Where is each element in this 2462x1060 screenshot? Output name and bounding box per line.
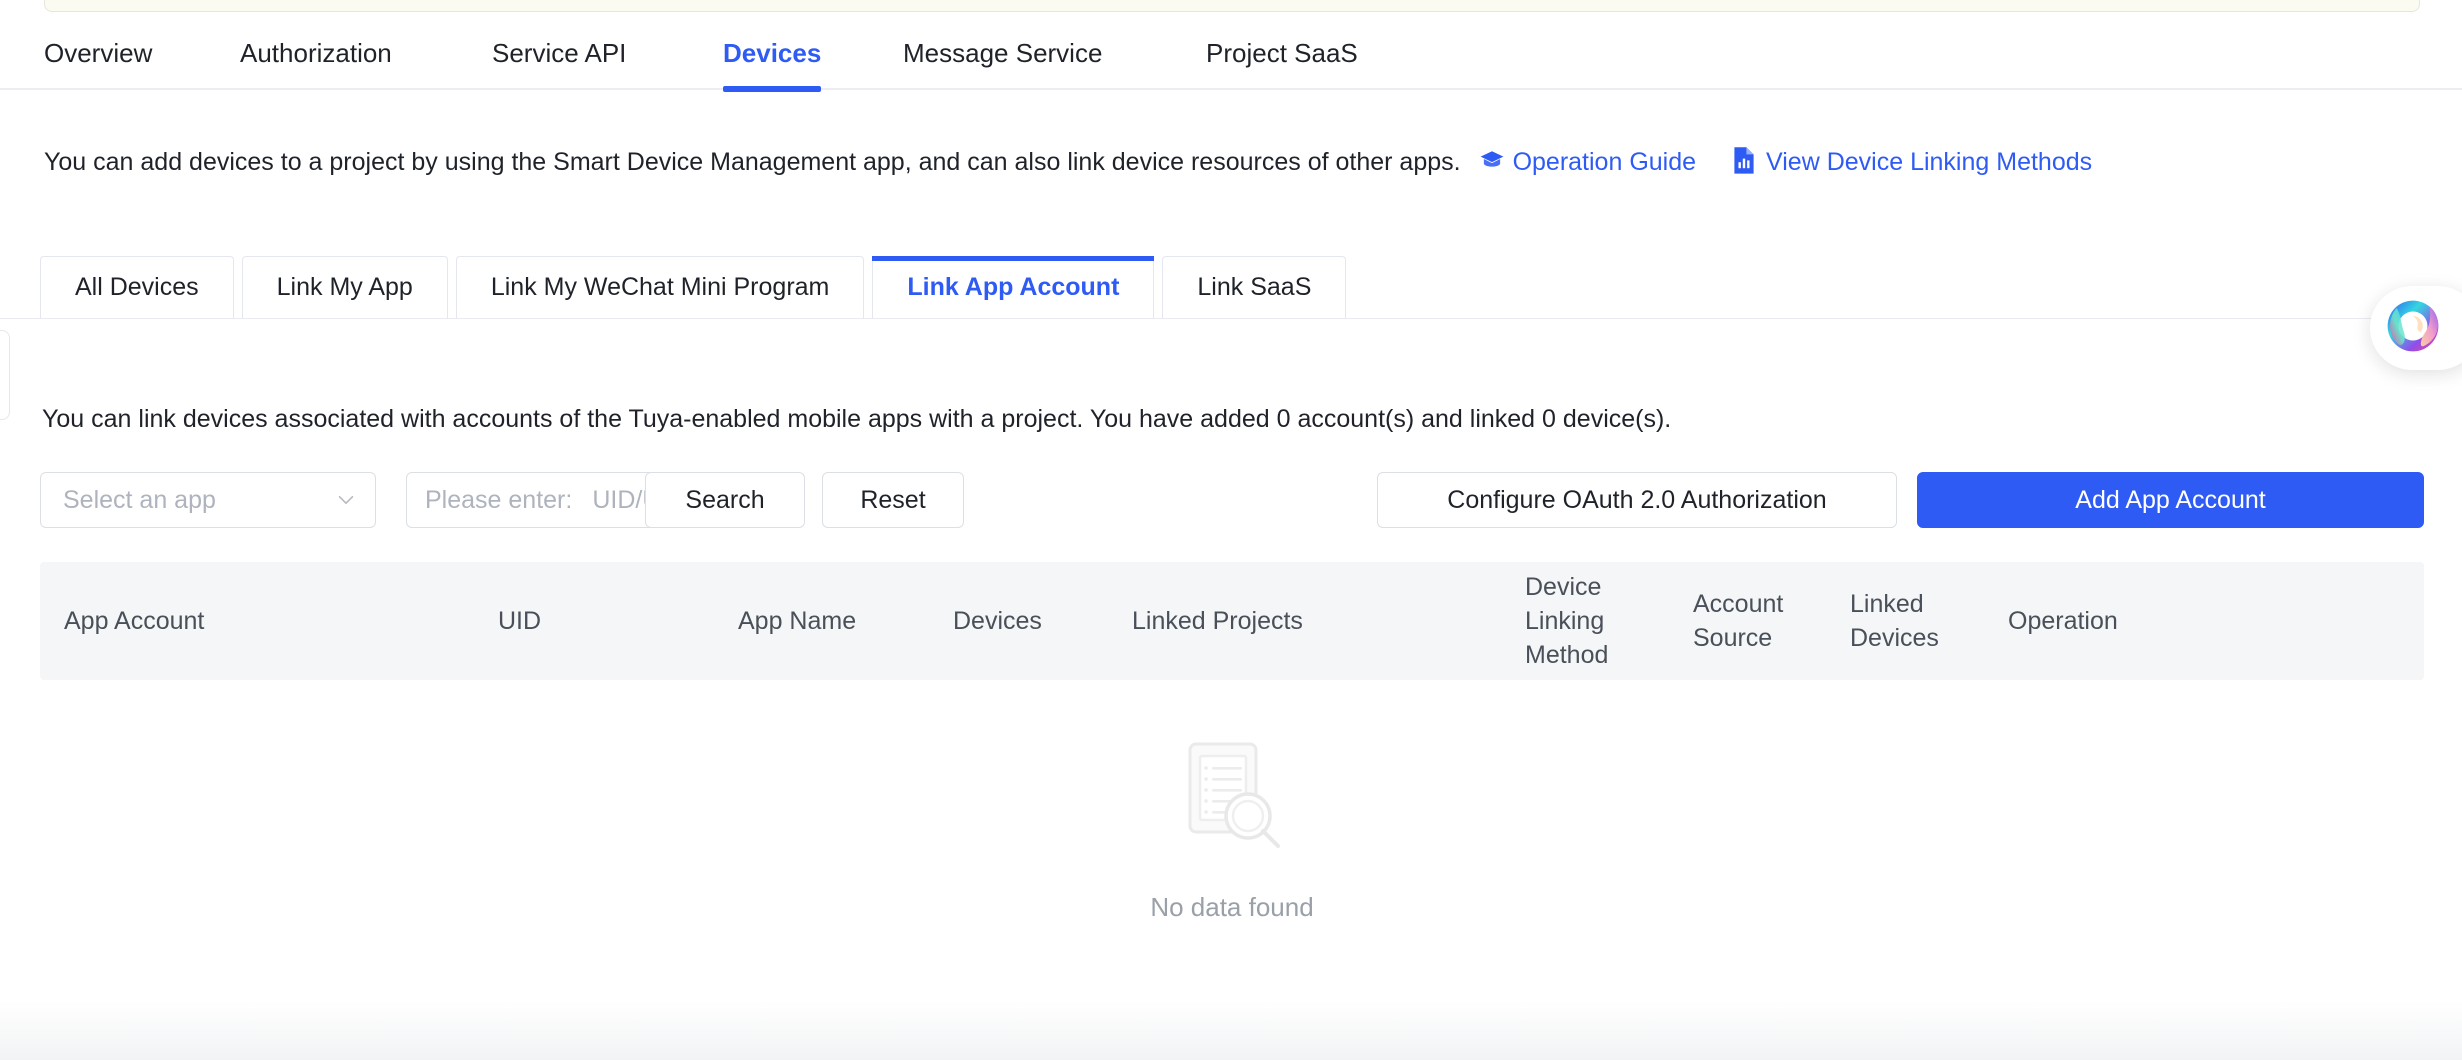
- operation-guide-link[interactable]: Operation Guide: [1479, 148, 1696, 176]
- table-body: No data found: [40, 680, 2424, 1010]
- subtab-link-saas[interactable]: Link SaaS: [1162, 256, 1346, 318]
- devices-page: Overview Authorization Service API Devic…: [0, 0, 2462, 1060]
- empty-state-text: No data found: [1150, 892, 1313, 923]
- subtab-all-devices[interactable]: All Devices: [40, 256, 234, 318]
- add-app-account-button[interactable]: Add App Account: [1917, 472, 2424, 528]
- operation-guide-label: Operation Guide: [1513, 148, 1696, 176]
- search-button[interactable]: Search: [645, 472, 805, 528]
- page-bottom-gradient: [0, 1000, 2462, 1060]
- link-app-account-info: You can link devices associated with acc…: [42, 404, 1671, 434]
- search-input-prefix: Please enter:: [425, 486, 572, 515]
- subtab-link-my-app[interactable]: Link My App: [242, 256, 448, 318]
- ai-swirl-icon: [2384, 297, 2442, 360]
- table-header-row: App Account UID App Name Devices Linked …: [40, 562, 2424, 680]
- view-methods-label: View Device Linking Methods: [1766, 148, 2092, 176]
- subtab-divider: [0, 318, 2462, 319]
- column-header-device-linking-method: Device Linking Method: [1525, 570, 1608, 672]
- subtab-link-my-wechat-mini-program[interactable]: Link My WeChat Mini Program: [456, 256, 865, 318]
- empty-state: No data found: [40, 734, 2424, 923]
- sidebar-collapse-handle[interactable]: [0, 330, 10, 420]
- document-chart-icon: [1732, 145, 1756, 173]
- top-notice-banner: [44, 0, 2420, 12]
- document-search-icon: [1168, 734, 1296, 862]
- column-header-linked-devices: Linked Devices: [1850, 587, 1939, 655]
- tab-service-api[interactable]: Service API: [492, 38, 626, 90]
- description-text: You can add devices to a project by usin…: [44, 148, 1461, 176]
- ai-assistant-button[interactable]: [2370, 286, 2462, 370]
- column-header-uid: UID: [498, 604, 541, 638]
- reset-button[interactable]: Reset: [822, 472, 964, 528]
- subtab-link-app-account[interactable]: Link App Account: [872, 256, 1154, 318]
- chevron-down-icon: [335, 489, 357, 511]
- app-select-value: Select an app: [63, 486, 335, 515]
- column-header-linked-projects: Linked Projects: [1132, 604, 1303, 638]
- graduation-cap-icon: [1479, 144, 1505, 170]
- filter-toolbar: Select an app Please enter: UID/User Acc…: [40, 472, 2424, 528]
- tab-message-service[interactable]: Message Service: [903, 38, 1102, 90]
- column-header-app-name: App Name: [738, 604, 856, 638]
- tab-devices[interactable]: Devices: [723, 38, 821, 90]
- column-header-app-account: App Account: [64, 604, 204, 638]
- app-account-table: App Account UID App Name Devices Linked …: [40, 562, 2424, 1010]
- device-subtab-bar: All Devices Link My App Link My WeChat M…: [40, 256, 1354, 318]
- app-select[interactable]: Select an app: [40, 472, 376, 528]
- tab-project-saas[interactable]: Project SaaS: [1206, 38, 1358, 90]
- tab-overview[interactable]: Overview: [44, 38, 152, 90]
- page-description: You can add devices to a project by usin…: [44, 140, 2384, 185]
- column-header-operation: Operation: [2008, 604, 2118, 638]
- column-header-account-source: Account Source: [1693, 587, 1783, 655]
- column-header-devices: Devices: [953, 604, 1042, 638]
- main-tab-bar: Overview Authorization Service API Devic…: [0, 18, 2462, 90]
- view-device-linking-methods-link[interactable]: View Device Linking Methods: [1732, 148, 2092, 176]
- configure-oauth-button[interactable]: Configure OAuth 2.0 Authorization: [1377, 472, 1897, 528]
- tab-authorization[interactable]: Authorization: [240, 38, 392, 90]
